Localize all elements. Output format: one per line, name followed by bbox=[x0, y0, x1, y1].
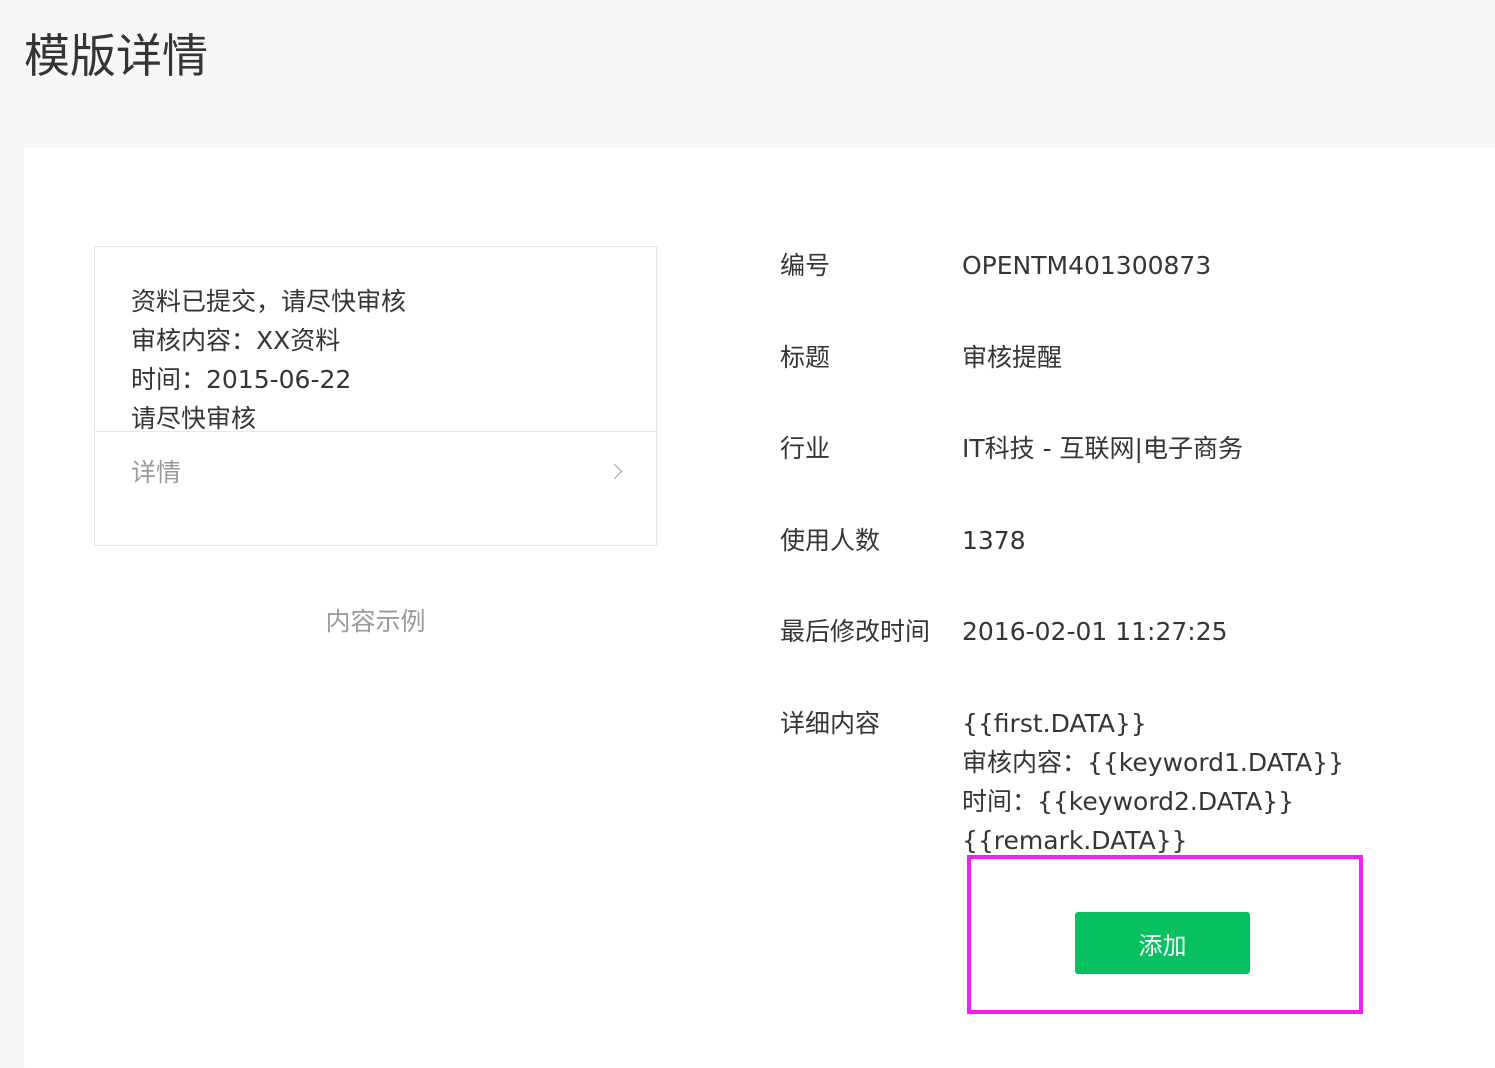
info-label: 编号 bbox=[780, 251, 831, 280]
preview-line: 资料已提交，请尽快审核 bbox=[131, 287, 407, 316]
template-detail-card: 资料已提交，请尽快审核 审核内容：XX资料 时间：2015-06-22 请尽快审… bbox=[24, 148, 1495, 1068]
info-row-detail: 详细内容 {{first.DATA}} 审核内容：{{keyword1.DATA… bbox=[780, 704, 1344, 860]
template-user-count: 1378 bbox=[962, 525, 1026, 555]
detail-line: 时间：{{keyword2.DATA}} bbox=[962, 786, 1295, 816]
chevron-right-icon bbox=[606, 463, 623, 479]
template-id: OPENTM401300873 bbox=[962, 251, 1212, 280]
info-row-industry: 行业 IT科技 - 互联网|电子商务 bbox=[780, 429, 1344, 521]
add-template-button[interactable]: 添加 bbox=[1075, 912, 1250, 974]
info-row-id: 编号 OPENTM401300873 bbox=[780, 246, 1344, 338]
template-industry: IT科技 - 互联网|电子商务 bbox=[962, 434, 1243, 463]
info-row-modified: 最后修改时间 2016-02-01 11:27:25 bbox=[780, 612, 1344, 704]
detail-line: {{remark.DATA}} bbox=[962, 825, 1188, 855]
template-info: 编号 OPENTM401300873 标题 审核提醒 行业 IT科技 - 互联网… bbox=[780, 246, 1344, 860]
page-title: 模版详情 bbox=[24, 29, 208, 83]
info-label: 行业 bbox=[780, 434, 831, 463]
preview-caption: 内容示例 bbox=[325, 607, 426, 636]
preview-body: 资料已提交，请尽快审核 审核内容：XX资料 时间：2015-06-22 请尽快审… bbox=[95, 247, 656, 433]
template-detail-content: {{first.DATA}} 审核内容：{{keyword1.DATA}} 时间… bbox=[962, 704, 1344, 860]
preview-detail-link[interactable]: 详情 bbox=[95, 432, 656, 510]
detail-line: 审核内容：{{keyword1.DATA}} bbox=[962, 747, 1345, 777]
preview-detail-label: 详情 bbox=[131, 458, 182, 487]
detail-line: {{first.DATA}} bbox=[962, 708, 1147, 738]
info-row-title: 标题 审核提醒 bbox=[780, 338, 1344, 430]
info-label: 标题 bbox=[780, 342, 831, 372]
template-modified-time: 2016-02-01 11:27:25 bbox=[962, 617, 1228, 646]
preview-line: 时间：2015-06-22 bbox=[131, 365, 352, 394]
info-row-users: 使用人数 1378 bbox=[780, 521, 1344, 613]
info-label: 使用人数 bbox=[780, 525, 881, 555]
info-label: 详细内容 bbox=[780, 708, 881, 738]
message-preview-card: 资料已提交，请尽快审核 审核内容：XX资料 时间：2015-06-22 请尽快审… bbox=[94, 246, 657, 546]
preview-line: 审核内容：XX资料 bbox=[131, 326, 341, 355]
template-title: 审核提醒 bbox=[962, 342, 1063, 372]
info-label: 最后修改时间 bbox=[780, 617, 931, 646]
